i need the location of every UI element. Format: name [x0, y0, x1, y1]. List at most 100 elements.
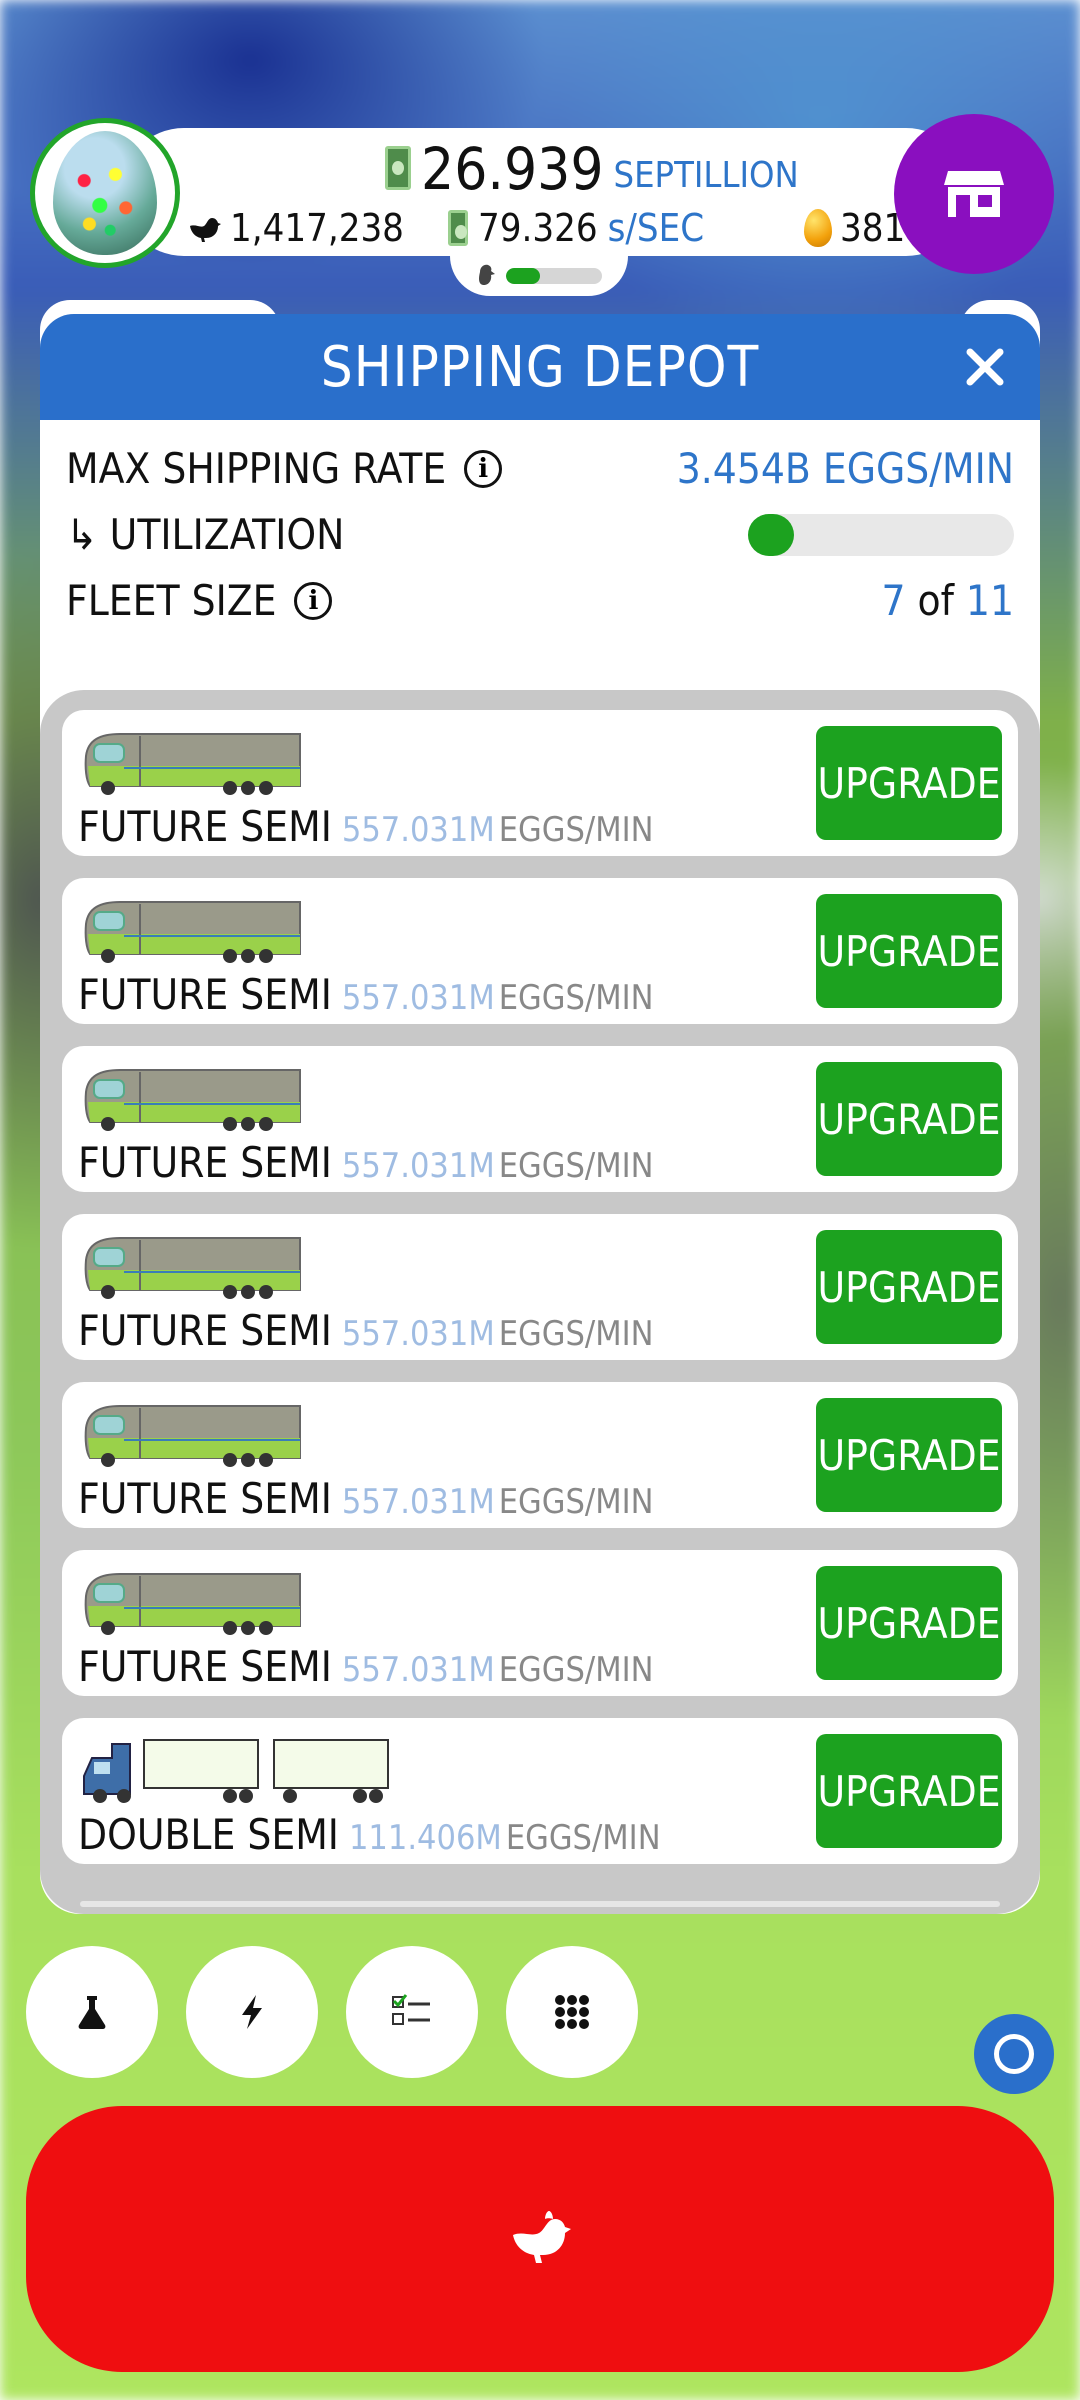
- money-display: 26.939 SEPTILLION: [385, 140, 799, 198]
- upgrade-button[interactable]: UPGRADE: [816, 894, 1002, 1008]
- vehicle-type: FUTURE SEMI: [78, 1642, 332, 1691]
- vehicle-type: FUTURE SEMI: [78, 802, 332, 851]
- vehicle-capacity: 557.031M: [341, 1314, 495, 1354]
- upgrade-button[interactable]: UPGRADE: [816, 1230, 1002, 1344]
- vehicle-capacity: 557.031M: [341, 810, 495, 850]
- vehicle-capacity-units: EGGS/MIN: [498, 1146, 654, 1186]
- cash-icon: [385, 146, 411, 190]
- vehicle-name: FUTURE SEMI 557.031M EGGS/MIN: [78, 802, 654, 851]
- upgrade-button[interactable]: UPGRADE: [816, 1398, 1002, 1512]
- vehicle-name: FUTURE SEMI 557.031M EGGS/MIN: [78, 1474, 654, 1523]
- vehicle-name: FUTURE SEMI 557.031M EGGS/MIN: [78, 970, 654, 1019]
- fleet-size-row: FLEET SIZE i 7 of 11: [66, 576, 1014, 625]
- double-semi-icon: [83, 1739, 389, 1803]
- vehicle-card: FUTURE SEMI 557.031M EGGS/MIN UPGRADE: [62, 1214, 1018, 1360]
- vehicle-capacity: 557.031M: [341, 1482, 495, 1522]
- golden-egg-icon: [804, 209, 832, 247]
- max-shipping-rate-row: MAX SHIPPING RATE i 3.454B EGGS/MIN: [66, 444, 1014, 493]
- shipping-depot-dialog: SHIPPING DEPOT MAX SHIPPING RATE i 3.454…: [40, 314, 1040, 1914]
- hatch-chicken-button[interactable]: [26, 2106, 1054, 2372]
- shop-icon: [944, 171, 1004, 217]
- vehicle-card: FUTURE SEMI 557.031M EGGS/MIN UPGRADE: [62, 1382, 1018, 1528]
- vehicle-capacity: 557.031M: [341, 1146, 495, 1186]
- max-shipping-rate-label: MAX SHIPPING RATE: [66, 444, 447, 493]
- vehicle-capacity-units: EGGS/MIN: [498, 1482, 654, 1522]
- earning-rate-value: 79.326: [478, 206, 598, 250]
- upgrade-button[interactable]: UPGRADE: [816, 1062, 1002, 1176]
- vehicle-capacity: 557.031M: [341, 1650, 495, 1690]
- vehicle-type: DOUBLE SEMI: [78, 1810, 339, 1859]
- shop-button[interactable]: [894, 114, 1054, 274]
- fleet-current: 7: [881, 576, 906, 625]
- max-shipping-rate-value: 3.454B EGGS/MIN: [676, 444, 1014, 493]
- research-button[interactable]: [26, 1946, 158, 2078]
- fleet-of: of: [917, 576, 954, 625]
- future-semi-icon: [84, 1237, 301, 1299]
- money-value: 26.939: [421, 135, 604, 203]
- vehicle-type: FUTURE SEMI: [78, 1474, 332, 1523]
- chicken-count: 1,417,238: [186, 206, 404, 250]
- chicken-count-value: 1,417,238: [230, 206, 404, 250]
- upgrade-button[interactable]: UPGRADE: [816, 1566, 1002, 1680]
- fleet-max: 11: [965, 576, 1014, 625]
- menu-button[interactable]: [506, 1946, 638, 2078]
- list-scroll-indicator: [80, 1901, 1000, 1907]
- earning-rate: 79.326 s/SEC: [448, 206, 704, 250]
- vehicle-name: FUTURE SEMI 557.031M EGGS/MIN: [78, 1306, 654, 1355]
- assist-button[interactable]: [974, 2014, 1054, 2094]
- checklist-icon: [392, 1994, 430, 2025]
- info-icon[interactable]: i: [294, 581, 333, 620]
- vehicle-card: FUTURE SEMI 557.031M EGGS/MIN UPGRADE: [62, 710, 1018, 856]
- fleet-size-label: FLEET SIZE: [66, 576, 277, 625]
- habitat-capacity-fill: [506, 268, 540, 284]
- future-semi-icon: [84, 1405, 301, 1467]
- money-unit: SEPTILLION: [613, 155, 799, 196]
- future-semi-icon: [84, 901, 301, 963]
- boosts-button[interactable]: [186, 1946, 318, 2078]
- close-icon[interactable]: [960, 342, 1010, 392]
- vehicle-card: FUTURE SEMI 557.031M EGGS/MIN UPGRADE: [62, 1046, 1018, 1192]
- chicken-icon: [190, 218, 221, 242]
- vehicle-capacity-units: EGGS/MIN: [498, 1650, 654, 1690]
- vehicle-capacity-units: EGGS/MIN: [505, 1818, 661, 1858]
- upgrade-button[interactable]: UPGRADE: [816, 726, 1002, 840]
- vehicle-capacity-units: EGGS/MIN: [498, 1314, 654, 1354]
- utilization-label: ↳ UTILIZATION: [66, 510, 345, 559]
- vehicle-capacity-units: EGGS/MIN: [498, 978, 654, 1018]
- vehicle-name: FUTURE SEMI 557.031M EGGS/MIN: [78, 1138, 654, 1187]
- missions-button[interactable]: [346, 1946, 478, 2078]
- upgrade-button[interactable]: UPGRADE: [816, 1734, 1002, 1848]
- lightning-icon: [242, 1995, 262, 2029]
- golden-eggs: 381: [804, 206, 905, 250]
- utilization-fill: [748, 513, 794, 556]
- habitat-capacity-bar: [506, 268, 602, 284]
- dialog-header: SHIPPING DEPOT: [40, 314, 1040, 420]
- future-semi-icon: [84, 1069, 301, 1131]
- circle-icon: [994, 2034, 1034, 2074]
- vehicle-name: FUTURE SEMI 557.031M EGGS/MIN: [78, 1642, 654, 1691]
- utilization-bar: [748, 513, 1014, 556]
- earning-rate-unit: s/SEC: [607, 206, 705, 250]
- future-semi-icon: [84, 733, 301, 795]
- vehicle-type: FUTURE SEMI: [78, 970, 332, 1019]
- vehicle-card: DOUBLE SEMI 111.406M EGGS/MIN UPGRADE: [62, 1718, 1018, 1864]
- enlightenment-egg-icon: [53, 131, 157, 255]
- chicken-icon: [513, 2211, 571, 2263]
- vehicle-type: FUTURE SEMI: [78, 1138, 332, 1187]
- dialog-title: SHIPPING DEPOT: [320, 334, 760, 400]
- vehicle-name: DOUBLE SEMI 111.406M EGGS/MIN: [78, 1810, 661, 1859]
- cash-icon: [448, 210, 468, 246]
- fleet-size-value: 7 of 11: [881, 576, 1014, 625]
- vehicle-card: FUTURE SEMI 557.031M EGGS/MIN UPGRADE: [62, 1550, 1018, 1696]
- vehicle-capacity: 111.406M: [348, 1818, 502, 1858]
- vehicle-type: FUTURE SEMI: [78, 1306, 332, 1355]
- vehicle-list[interactable]: FUTURE SEMI 557.031M EGGS/MIN UPGRADE FUTURE…: [40, 690, 1040, 1914]
- vehicle-card: FUTURE SEMI 557.031M EGGS/MIN UPGRADE: [62, 878, 1018, 1024]
- flask-icon: [78, 1996, 106, 2029]
- farm-egg-avatar[interactable]: [30, 118, 180, 268]
- utilization-row: ↳ UTILIZATION: [66, 510, 1014, 559]
- vehicle-capacity: 557.031M: [341, 978, 495, 1018]
- grid-icon: [555, 1995, 589, 2029]
- habitat-chicken-icon: [479, 264, 495, 285]
- info-icon[interactable]: i: [464, 449, 503, 488]
